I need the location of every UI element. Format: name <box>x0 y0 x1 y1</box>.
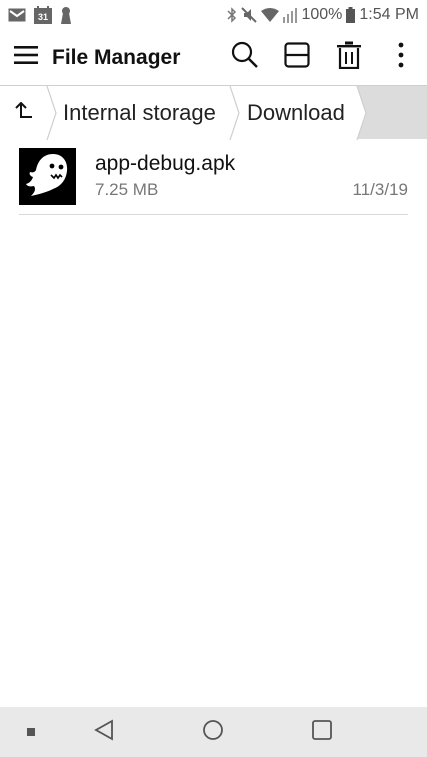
list-item[interactable]: app-debug.apk 7.25 MB 11/3/19 <box>19 139 408 215</box>
back-icon <box>93 718 115 746</box>
home-icon <box>202 719 224 746</box>
navigation-bar <box>0 707 427 757</box>
nav-home-button[interactable] <box>193 707 233 757</box>
battery-percent: 100% <box>301 6 343 23</box>
up-button[interactable] <box>0 86 48 140</box>
battery-icon <box>346 7 356 23</box>
status-time: 1:54 PM <box>359 6 419 23</box>
app-bar-actions <box>219 30 427 85</box>
file-date: 11/3/19 <box>352 180 408 199</box>
file-thumbnail <box>19 148 76 205</box>
app-title: File Manager <box>52 45 181 69</box>
breadcrumb: Internal storage Download <box>0 85 427 140</box>
breadcrumb-item-download[interactable]: Download <box>247 86 345 140</box>
calendar-icon: 31 <box>34 6 52 24</box>
nav-back-button[interactable] <box>84 707 124 757</box>
file-size: 7.25 MB <box>95 180 159 199</box>
keyhole-icon <box>60 6 72 24</box>
recents-icon <box>311 719 333 746</box>
ghost-icon <box>23 149 73 204</box>
dot-icon <box>27 723 35 741</box>
search-icon <box>231 41 259 74</box>
gmail-icon <box>8 8 26 22</box>
breadcrumb-item-internal-storage[interactable]: Internal storage <box>63 86 216 140</box>
nav-dot-button[interactable] <box>16 707 46 757</box>
status-right: 100% 1:54 PM <box>227 6 419 24</box>
bluetooth-icon <box>227 7 237 23</box>
file-list: app-debug.apk 7.25 MB 11/3/19 <box>0 139 427 215</box>
more-options-button[interactable] <box>375 30 427 85</box>
nav-recents-button[interactable] <box>302 707 342 757</box>
status-bar: 31 100% 1:54 PM <box>0 0 427 30</box>
split-view-icon <box>284 42 310 73</box>
up-arrow-icon <box>15 101 33 125</box>
hamburger-icon <box>14 46 38 69</box>
search-button[interactable] <box>219 30 271 85</box>
mute-icon <box>241 7 258 23</box>
file-name: app-debug.apk <box>95 152 236 175</box>
delete-icon <box>337 41 361 74</box>
calendar-day: 31 <box>37 12 48 22</box>
status-left: 31 <box>8 6 72 24</box>
more-options-icon <box>397 42 405 73</box>
signal-icon <box>283 7 298 23</box>
menu-button[interactable] <box>0 30 52 85</box>
split-view-button[interactable] <box>271 30 323 85</box>
app-bar: File Manager <box>0 30 427 85</box>
wifi-icon <box>261 8 280 22</box>
delete-button[interactable] <box>323 30 375 85</box>
